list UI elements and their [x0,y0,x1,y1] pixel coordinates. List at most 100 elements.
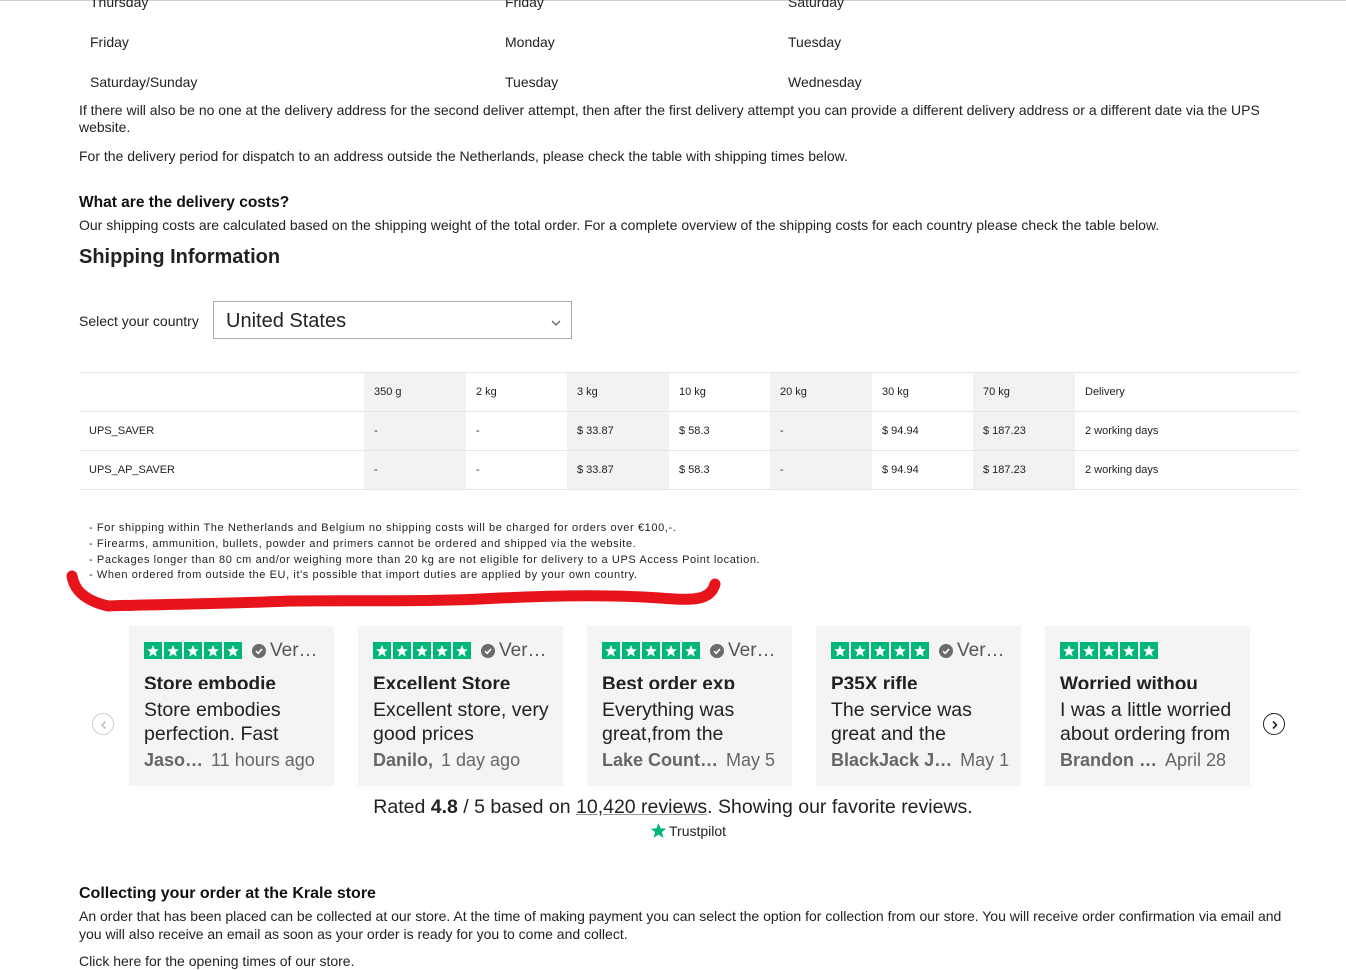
table-cell: - [770,450,872,490]
star-icon [1100,642,1118,659]
table-header-row: 350 g 2 kg 3 kg 10 kg 20 kg 30 kg 70 kg … [79,372,1299,412]
rating-prefix: Rated [373,796,431,818]
table-cell: $ 33.87 [567,411,669,451]
collect-text: An order that has been placed can be col… [79,908,1282,942]
star-icon [831,642,849,659]
table-cell: 2 working days [1075,450,1299,490]
verified-label: Ver… [499,640,547,661]
schedule-cell: Friday [90,34,129,50]
country-label: Select your country [79,313,199,329]
verified-badge: Ver… [939,640,1005,662]
verified-badge: Ver… [481,640,547,662]
verified-label: Ver… [957,640,1005,661]
star-icon [871,642,889,659]
review-card[interactable]: Ver… Store embodie Store embodies perfec… [129,626,334,786]
column-header: 350 g [364,372,466,412]
star-icon [1060,642,1078,659]
star-icon [224,642,242,659]
table-cell: $ 187.23 [973,450,1075,490]
shipping-note: - For shipping within The Netherlands an… [89,522,677,534]
schedule-cell: Wednesday [788,74,862,90]
review-author: Jaso… [144,750,204,770]
star-icon [144,642,162,659]
rating-suffix: . Showing our favorite reviews. [707,796,973,818]
star-icon [891,642,909,659]
review-card[interactable]: Worried withou I was a little worried ab… [1045,626,1250,786]
review-title: Worried withou [1060,676,1198,689]
chevron-left-icon [100,720,107,730]
verified-badge: Ver… [710,640,776,662]
review-footer: Brandon … April 28 [1060,750,1245,771]
table-cell: - [364,411,466,451]
carousel-prev-button[interactable] [92,713,114,735]
star-icon [602,642,620,659]
opening-times-link[interactable]: Click here for the opening times of our … [79,953,1304,970]
star-icon [1140,642,1158,659]
star-icon [164,642,182,659]
review-time: May 1 [960,750,1010,770]
review-author: BlackJack J… [831,750,953,770]
trustpilot-brand: Trustpilot [669,822,727,839]
column-header: 70 kg [973,372,1075,412]
five-star-rating [373,642,471,659]
shipping-information-heading: Shipping Information [79,246,281,268]
schedule-cell: Monday [505,34,555,50]
rating-mid: / 5 based on [457,796,576,818]
trustpilot-logo[interactable]: Trustpilot [650,822,726,839]
review-count-link[interactable]: 10,420 reviews [576,796,707,818]
star-icon [642,642,660,659]
review-card[interactable]: Ver… P35X rifle The service was great an… [816,626,1021,786]
shipping-table: 350 g 2 kg 3 kg 10 kg 20 kg 30 kg 70 kg … [79,372,1299,490]
schedule-cell: Saturday [788,0,845,10]
star-icon [413,642,431,659]
top-divider [0,0,1346,1]
table-cell: UPS_SAVER [79,411,364,451]
column-header [79,372,364,412]
trustpilot-star-icon [650,823,667,838]
column-header: Delivery [1075,372,1299,412]
schedule-cell: Tuesday [505,74,559,90]
review-footer: Lake Count… May 5 [602,750,787,771]
review-card[interactable]: Ver… Excellent Store Excellent store, ve… [358,626,563,786]
review-author: Brandon … [1060,750,1157,770]
carousel-next-button[interactable] [1263,713,1285,735]
table-cell: - [466,450,567,490]
review-body: Everything was great,from the [602,699,735,745]
table-cell: - [364,450,466,490]
review-body: Excellent store, very good prices [373,699,549,745]
review-time: 1 day ago [441,750,521,770]
table-cell: $ 58.3 [669,411,770,451]
schedule-cell: Tuesday [788,34,842,50]
review-author: Lake Count… [602,750,719,770]
table-cell: 2 working days [1075,411,1299,451]
shipping-note: - Firearms, ammunition, bullets, powder … [89,537,637,550]
review-title: P35X rifle [831,676,918,689]
column-header: 3 kg [567,372,669,412]
delivery-costs-heading: What are the delivery costs? [79,194,290,211]
reviews-carousel: Ver… Store embodie Store embodies perfec… [90,626,1290,788]
table-cell: $ 94.94 [872,450,973,490]
verified-check-icon [252,644,266,658]
star-icon [911,642,929,659]
trustpilot-rating-summary: Rated 4.8 / 5 based on 10,420 reviews. S… [0,796,1346,819]
five-star-rating [144,642,242,659]
table-row: UPS_AP_SAVER - - $ 33.87 $ 58.3 - $ 94.9… [79,450,1299,490]
five-star-rating [831,642,929,659]
verified-check-icon [939,644,953,658]
review-author: Danilo, [373,750,434,770]
review-footer: Jaso… 11 hours ago [144,750,329,771]
table-cell: $ 33.87 [567,450,669,490]
country-select[interactable]: United States [213,301,572,339]
table-cell: UPS_AP_SAVER [79,450,364,490]
five-star-rating [602,642,700,659]
five-star-rating [1060,642,1158,659]
delivery-costs-text: Our shipping costs are calculated based … [79,217,1160,233]
star-icon [204,642,222,659]
schedule-cell: Thursday [90,0,149,10]
review-time: April 28 [1165,750,1227,770]
review-time: 11 hours ago [211,750,315,770]
review-body: The service was great and the [831,699,972,745]
review-body: Store embodies perfection. Fast [144,699,281,745]
schedule-cell: Friday [505,0,544,10]
review-card[interactable]: Ver… Best order exp Everything was great… [587,626,792,786]
